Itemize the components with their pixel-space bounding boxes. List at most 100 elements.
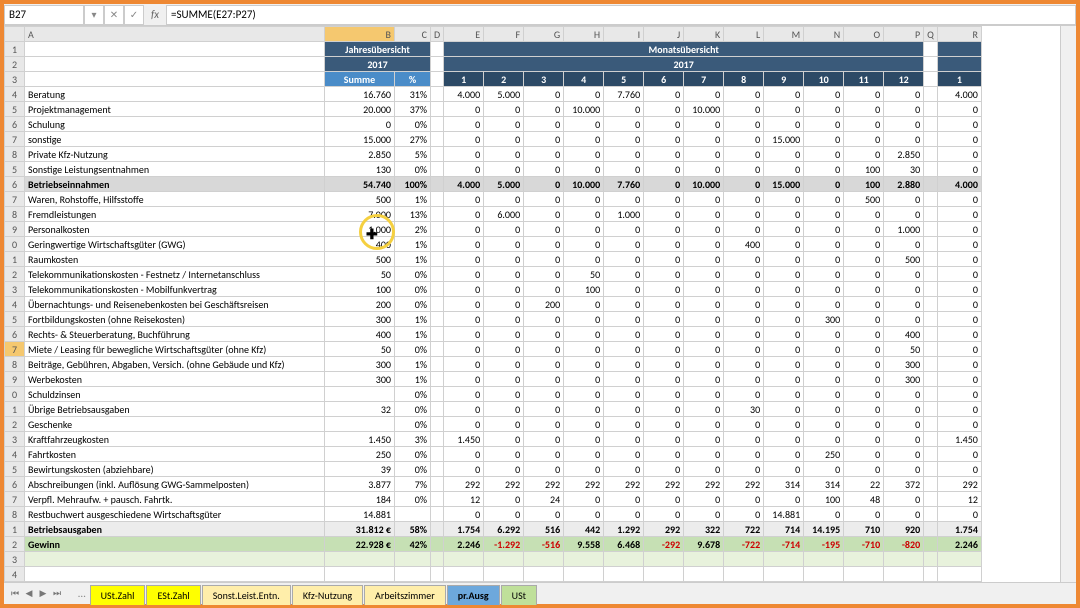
sum-cell[interactable]: 500 [325, 192, 395, 207]
month-cell[interactable]: 0 [937, 207, 981, 222]
month-cell[interactable]: 0 [937, 447, 981, 462]
month-cell[interactable]: 0 [564, 87, 604, 102]
row-label[interactable]: Verpfl. Mehraufw. + pausch. Fahrtk. [25, 492, 325, 507]
month-cell[interactable]: 0 [764, 357, 804, 372]
month-cell[interactable]: 0 [484, 162, 524, 177]
sum-cell[interactable]: 300 [325, 357, 395, 372]
month-cell[interactable]: 0 [724, 117, 764, 132]
row-label[interactable]: Telekommunikationskosten - Festnetz / In… [25, 267, 325, 282]
month-cell[interactable]: 0 [484, 102, 524, 117]
month-cell[interactable]: 920 [884, 522, 924, 537]
col-header[interactable]: K [684, 27, 724, 42]
month-cell[interactable]: 0 [524, 387, 564, 402]
sum-cell[interactable]: 50 [325, 342, 395, 357]
sum-cell[interactable]: 250 [325, 447, 395, 462]
month-cell[interactable]: 0 [684, 342, 724, 357]
pct-cell[interactable]: 7% [395, 477, 431, 492]
cell[interactable] [431, 432, 444, 447]
month-cell[interactable]: 0 [804, 237, 844, 252]
month-cell[interactable]: 0 [724, 507, 764, 522]
month-cell[interactable]: 0 [724, 162, 764, 177]
month-cell[interactable]: 0 [937, 462, 981, 477]
month-cell[interactable]: 0 [604, 402, 644, 417]
col-header[interactable]: E [444, 27, 484, 42]
month-cell[interactable]: 50 [564, 267, 604, 282]
cell[interactable] [924, 552, 938, 567]
month-cell[interactable]: 9.558 [564, 537, 604, 552]
sheet-tab[interactable]: pr.Ausg [447, 585, 500, 605]
jahres-header[interactable]: Jahresübersicht [325, 42, 431, 57]
month-cell[interactable]: 0 [644, 357, 684, 372]
month-cell[interactable]: 9.678 [684, 537, 724, 552]
col-header[interactable]: R [937, 27, 981, 42]
month-cell[interactable]: 0 [484, 117, 524, 132]
month-cell[interactable] [804, 567, 844, 582]
month-cell[interactable]: 0 [804, 387, 844, 402]
row-label[interactable]: Werbekosten [25, 372, 325, 387]
cell[interactable] [431, 57, 444, 72]
sum-cell[interactable] [325, 552, 395, 567]
cell[interactable] [924, 537, 938, 552]
row-header[interactable]: 3 [5, 552, 25, 567]
month-cell[interactable]: 0 [524, 417, 564, 432]
month-cell[interactable]: 0 [724, 177, 764, 192]
row-label[interactable]: Sonstige Leistungsentnahmen [25, 162, 325, 177]
month-cell[interactable]: 0 [764, 342, 804, 357]
month-cell[interactable]: 292 [604, 477, 644, 492]
month-cell[interactable] [684, 567, 724, 582]
cell[interactable] [924, 132, 938, 147]
month-cell[interactable]: 0 [764, 87, 804, 102]
month-cell[interactable]: 0 [804, 342, 844, 357]
sum-cell[interactable]: 130 [325, 162, 395, 177]
month-cell[interactable]: 0 [444, 207, 484, 222]
pct-cell[interactable]: 42% [395, 537, 431, 552]
month-cell[interactable]: 0 [724, 87, 764, 102]
month-cell[interactable]: 0 [604, 162, 644, 177]
row-label[interactable]: Personalkosten [25, 222, 325, 237]
month-cell[interactable]: 0 [804, 177, 844, 192]
month-cell[interactable]: 0 [764, 447, 804, 462]
pct-cell[interactable]: 0% [395, 387, 431, 402]
month-cell[interactable]: 0 [884, 387, 924, 402]
month-cell[interactable]: 0 [444, 192, 484, 207]
month-cell[interactable]: 0 [604, 507, 644, 522]
month-cell[interactable]: 0 [484, 267, 524, 282]
month-cell[interactable]: 0 [724, 462, 764, 477]
month-cell[interactable]: 1.000 [604, 207, 644, 222]
cell[interactable] [431, 87, 444, 102]
month-cell[interactable]: 0 [684, 357, 724, 372]
month-cell[interactable]: 0 [684, 207, 724, 222]
month-cell[interactable]: 0 [484, 507, 524, 522]
month-header[interactable]: 6 [644, 72, 684, 87]
month-cell[interactable]: 0 [524, 237, 564, 252]
month-cell[interactable]: 0 [684, 297, 724, 312]
sum-cell[interactable]: 400 [325, 237, 395, 252]
row-label[interactable]: Restbuchwert ausgeschiedene Wirtschaftsg… [25, 507, 325, 522]
row-label[interactable]: Betriebsausgaben [25, 522, 325, 537]
month-cell[interactable]: 0 [804, 462, 844, 477]
month-cell[interactable]: 0 [684, 267, 724, 282]
cell[interactable] [431, 72, 444, 87]
month-cell[interactable]: 500 [884, 252, 924, 267]
cell[interactable] [924, 57, 938, 72]
row-header[interactable]: 6 [5, 477, 25, 492]
month-cell[interactable]: 0 [724, 417, 764, 432]
month-cell[interactable]: 0 [644, 222, 684, 237]
month-cell[interactable]: 0 [844, 417, 884, 432]
tab-next-icon[interactable]: ▶ [36, 587, 50, 601]
month-cell[interactable]: 4.000 [444, 177, 484, 192]
month-cell[interactable]: 0 [564, 312, 604, 327]
month-cell[interactable]: -1.292 [484, 537, 524, 552]
month-cell[interactable]: 4.000 [444, 87, 484, 102]
month-header[interactable]: 4 [564, 72, 604, 87]
month-cell[interactable]: 0 [644, 507, 684, 522]
month-cell[interactable]: 0 [644, 252, 684, 267]
month-cell[interactable]: 10.000 [564, 177, 604, 192]
cell[interactable] [431, 252, 444, 267]
month-cell[interactable]: 0 [604, 342, 644, 357]
month-cell[interactable]: 0 [604, 447, 644, 462]
cell[interactable] [924, 192, 938, 207]
month-cell[interactable]: 0 [564, 507, 604, 522]
month-cell[interactable]: 0 [884, 102, 924, 117]
month-cell[interactable]: 0 [684, 192, 724, 207]
